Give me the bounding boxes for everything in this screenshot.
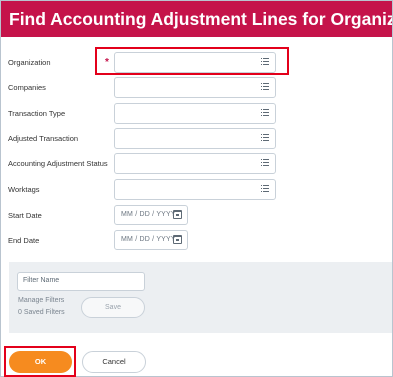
companies-field[interactable] [114, 77, 276, 98]
calendar-icon[interactable] [173, 210, 182, 219]
manage-filters-link[interactable]: Manage Filters [18, 297, 64, 304]
ok-highlight-box [4, 346, 76, 377]
worktags-field[interactable] [114, 179, 276, 200]
adjusted-transaction-label: Adjusted Transaction [8, 134, 79, 143]
transaction-type-field[interactable] [114, 103, 276, 124]
organization-highlight-box [95, 47, 289, 75]
start-date-placeholder: MM / DD / YYYY [121, 211, 176, 218]
prompt-list-icon[interactable] [261, 83, 269, 92]
saved-filters-count: 0 Saved Filters [18, 309, 65, 316]
companies-label: Companies [8, 83, 46, 92]
prompt-list-icon[interactable] [261, 109, 269, 118]
end-date-label: End Date [8, 236, 40, 245]
start-date-label: Start Date [8, 211, 42, 220]
filter-name-input[interactable]: Filter Name [17, 272, 145, 291]
prompt-list-icon[interactable] [261, 185, 269, 194]
accounting-adjustment-status-label: Accounting Adjustment Status [8, 159, 108, 168]
end-date-placeholder: MM / DD / YYYY [121, 236, 176, 243]
cancel-button[interactable]: Cancel [82, 351, 146, 373]
accounting-adjustment-status-field[interactable] [114, 153, 276, 174]
end-date-field[interactable]: MM / DD / YYYY [114, 230, 188, 250]
organization-label: Organization [8, 58, 51, 67]
transaction-type-label: Transaction Type [8, 109, 66, 118]
prompt-list-icon[interactable] [261, 159, 269, 168]
filter-name-placeholder: Filter Name [23, 277, 60, 284]
worktags-label: Worktags [8, 185, 40, 194]
save-filter-button[interactable]: Save [81, 297, 145, 318]
adjusted-transaction-field[interactable] [114, 128, 276, 149]
prompt-list-icon[interactable] [261, 134, 269, 143]
calendar-icon[interactable] [173, 235, 182, 244]
page-title: Find Accounting Adjustment Lines for Org… [1, 1, 392, 37]
start-date-field[interactable]: MM / DD / YYYY [114, 205, 188, 225]
